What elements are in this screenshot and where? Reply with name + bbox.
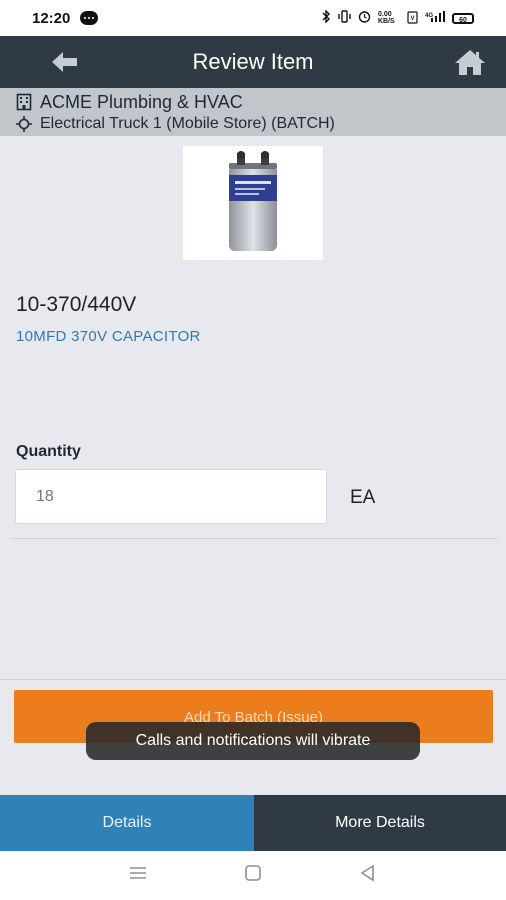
vibrate-icon xyxy=(338,10,351,26)
system-navigation-bar xyxy=(0,851,506,900)
item-code: 10-370/440V xyxy=(16,293,137,316)
toast-notification: Calls and notifications will vibrate xyxy=(86,722,420,760)
volte-icon: V xyxy=(407,10,418,26)
bottom-tabs: Details More Details xyxy=(0,795,506,851)
home-button[interactable] xyxy=(454,48,486,76)
battery-icon: 60 xyxy=(452,12,474,24)
capacitor-image xyxy=(229,151,277,251)
chat-notification-icon xyxy=(80,11,99,25)
signal-icon: 4G xyxy=(425,10,445,26)
home-square-icon[interactable] xyxy=(243,864,263,887)
product-image xyxy=(183,146,323,260)
status-time: 12:20 xyxy=(32,9,71,27)
item-description[interactable]: 10MFD 370V CAPACITOR xyxy=(16,328,201,345)
alarm-icon xyxy=(358,10,371,26)
svg-text:4G: 4G xyxy=(425,13,433,19)
svg-text:V: V xyxy=(410,16,414,22)
location-banner: ACME Plumbing & HVAC Electrical Truck 1 … xyxy=(0,88,506,136)
network-speed-icon: 0.00 KB/S xyxy=(378,11,395,25)
back-triangle-icon[interactable] xyxy=(358,864,378,887)
tab-details[interactable]: Details xyxy=(0,795,254,851)
tab-more-details[interactable]: More Details xyxy=(254,795,506,851)
home-icon xyxy=(455,50,485,75)
building-icon xyxy=(16,93,32,111)
divider xyxy=(0,679,506,680)
quantity-unit: EA xyxy=(350,487,376,508)
divider xyxy=(10,538,498,539)
back-arrow-icon xyxy=(52,52,77,72)
status-right: 0.00 KB/S V 4G 60 xyxy=(322,9,474,26)
menu-icon[interactable] xyxy=(128,865,148,886)
bluetooth-icon xyxy=(322,9,331,26)
status-bar: 12:20 0.00 KB/S V 4G 60 xyxy=(0,0,506,36)
page-title: Review Item xyxy=(192,49,314,74)
quantity-input[interactable] xyxy=(15,469,327,524)
back-button[interactable] xyxy=(50,49,80,75)
store-name: Electrical Truck 1 (Mobile Store) (BATCH… xyxy=(40,115,335,132)
store-row: Electrical Truck 1 (Mobile Store) (BATCH… xyxy=(16,113,506,135)
status-left: 12:20 xyxy=(32,9,99,27)
quantity-label: Quantity xyxy=(16,443,81,460)
company-name: ACME Plumbing & HVAC xyxy=(40,91,243,112)
location-target-icon xyxy=(16,116,32,132)
company-row: ACME Plumbing & HVAC xyxy=(16,91,506,113)
app-header: Review Item xyxy=(0,36,506,88)
